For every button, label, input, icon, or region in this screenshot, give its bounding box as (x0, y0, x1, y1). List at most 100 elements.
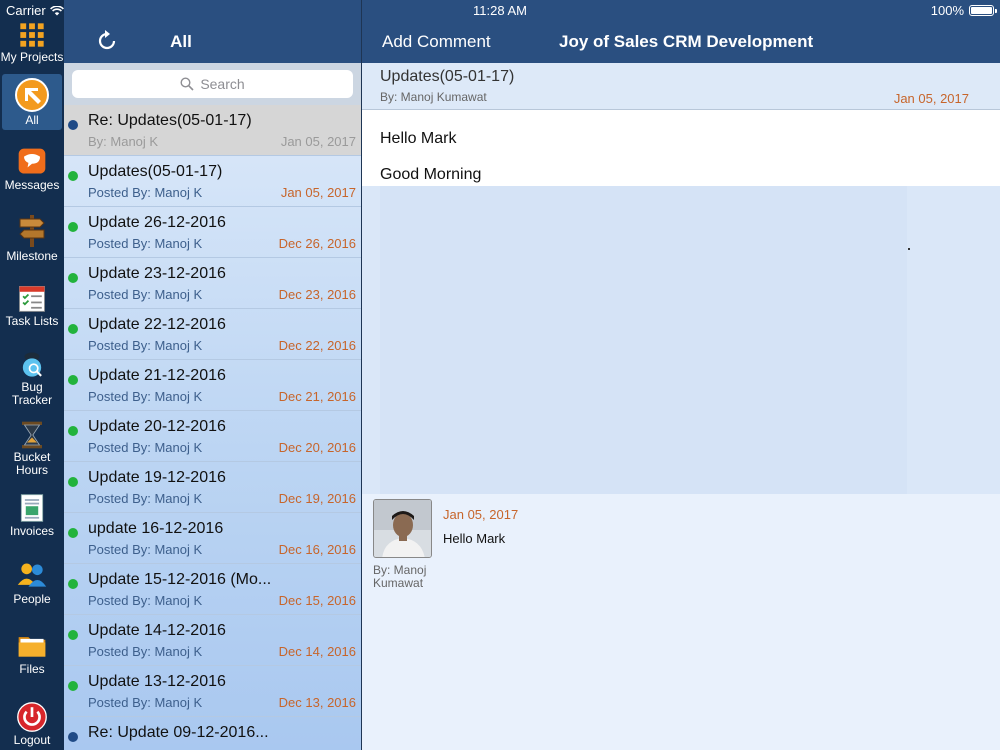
item-title: Re: Updates(05-01-17) (88, 112, 252, 129)
tab-logout[interactable]: Logout (0, 701, 64, 747)
item-title: Update 21-12-2016 (88, 367, 226, 384)
tab-label: Logout (13, 733, 51, 747)
status-dot (68, 171, 78, 181)
list-item[interactable]: Update 26-12-2016 Posted By: Manoj K Dec 2… (64, 207, 361, 258)
grid-icon (20, 23, 44, 47)
all-icon (15, 78, 49, 112)
item-author: Posted By: Manoj K (88, 644, 203, 659)
tab-my-projects[interactable]: My Projects (0, 20, 64, 64)
status-dot (68, 630, 78, 640)
tab-label: Invoices (9, 524, 55, 538)
item-author: Posted By: Manoj K (88, 338, 203, 353)
tab-milestone[interactable]: Milestone (0, 213, 64, 263)
tab-label: Task Lists (5, 314, 59, 328)
tab-label: Bucket Hours (13, 450, 51, 477)
tab-label: My Projects (0, 50, 64, 64)
item-title: Update 23-12-2016 (88, 265, 226, 282)
project-title: Joy of Sales CRM Development (559, 32, 814, 51)
invoice-icon (20, 494, 44, 522)
status-dot (68, 579, 78, 589)
list-item[interactable]: Re: Updates(05-01-17) By: Manoj K Jan 05, … (64, 105, 361, 156)
tab-label: Milestone (6, 249, 58, 263)
battery-percent: 100% (930, 3, 964, 18)
hourglass-icon (22, 421, 42, 449)
status-dot (68, 273, 78, 283)
status-dot (68, 681, 78, 691)
status-dot (68, 222, 78, 232)
list-item[interactable]: Update 22-12-2016 Posted By: Manoj K Dec 2… (64, 309, 361, 360)
item-author: Posted By: Manoj K (88, 236, 203, 251)
list-item[interactable]: Re: Update 09-12-2016... (64, 717, 361, 750)
body-line: Hello Mark (380, 130, 457, 147)
item-date: Dec 14, 2016 (278, 644, 356, 659)
search-bar: Search (64, 63, 361, 105)
item-date: Jan 05, 2017 (280, 134, 356, 149)
avatar-photo-icon (374, 500, 431, 557)
comment-author: By: Manoj Kumawat (373, 563, 427, 590)
item-date: Dec 21, 2016 (278, 389, 356, 404)
tab-task-lists[interactable]: Task Lists (0, 282, 64, 328)
list-item[interactable]: Update 19-12-2016 Posted By: Manoj K Dec 1… (64, 462, 361, 513)
comment-item: By: Manoj Kumawat Jan 05, 2017 Hello Mar… (373, 499, 973, 590)
list-item[interactable]: Update 20-12-2016 Posted By: Manoj K Dec 2… (64, 411, 361, 462)
people-icon (17, 563, 47, 587)
tab-messages[interactable]: Messages (0, 146, 64, 192)
message-detail-panel: Add Comment Joy of Sales CRM Development… (362, 0, 1000, 750)
item-author: Posted By: Manoj K (88, 185, 203, 200)
item-title: Update 15-12-2016 (Mo... (88, 571, 272, 588)
message-date: Jan 05, 2017 (893, 91, 969, 106)
folder-icon (18, 637, 46, 657)
stray-mark (908, 248, 910, 250)
tab-invoices[interactable]: Invoices (0, 492, 64, 538)
item-author: Posted By: Manoj K (88, 287, 203, 302)
tab-bucket-hours[interactable]: Bucket Hours (0, 420, 64, 477)
tab-people[interactable]: People (0, 560, 64, 606)
item-date: Dec 26, 2016 (278, 236, 356, 251)
item-date: Dec 15, 2016 (278, 593, 356, 608)
search-input[interactable]: Search (72, 70, 353, 98)
status-bar: Carrier 11:28 AM 100% (0, 0, 1000, 20)
embedded-content-area (362, 186, 1000, 494)
tab-label: People (13, 592, 51, 606)
comment-text: Hello Mark (443, 531, 506, 546)
list-item[interactable]: update 16-12-2016 Posted By: Manoj K Dec 1… (64, 513, 361, 564)
item-author: Posted By: Manoj K (88, 491, 203, 506)
list-item[interactable]: Updates(05-01-17) Posted By: Manoj K Jan 0… (64, 156, 361, 207)
search-placeholder: Search (200, 76, 245, 92)
item-date: Dec 19, 2016 (278, 491, 356, 506)
message-subject: Updates(05-01-17) (380, 68, 515, 85)
item-date: Dec 22, 2016 (278, 338, 356, 353)
item-author: Posted By: Manoj K (88, 440, 203, 455)
messages-icon (18, 148, 46, 174)
item-author: Posted By: Manoj K (88, 593, 203, 608)
bug-icon (22, 352, 42, 377)
comments-section: By: Manoj Kumawat Jan 05, 2017 Hello Mar… (362, 494, 1000, 750)
item-title: Update 13-12-2016 (88, 673, 226, 690)
item-title: update 16-12-2016 (88, 520, 224, 537)
tab-label: Messages (4, 178, 60, 192)
tab-files[interactable]: Files (0, 630, 64, 676)
item-title: Update 19-12-2016 (88, 469, 226, 486)
task-list-icon (19, 286, 45, 312)
list-item[interactable]: Update 21-12-2016 Posted By: Manoj K Dec 2… (64, 360, 361, 411)
list-item[interactable]: Update 15-12-2016 (Mo... Posted By: Manoj… (64, 564, 361, 615)
tab-all[interactable]: All (2, 74, 62, 130)
list-title: All (170, 32, 192, 51)
list-item[interactable]: Update 13-12-2016 Posted By: Manoj K Dec 1… (64, 666, 361, 717)
status-dot (68, 477, 78, 487)
module-sidebar: My Projects All Messages Milestone Task … (0, 0, 64, 750)
status-dot (68, 426, 78, 436)
message-list: Re: Updates(05-01-17) By: Manoj K Jan 05, … (64, 105, 361, 750)
list-item[interactable]: Update 14-12-2016 Posted By: Manoj K Dec 1… (64, 615, 361, 666)
item-date: Dec 16, 2016 (278, 542, 356, 557)
add-comment-button[interactable]: Add Comment (382, 32, 491, 52)
list-item[interactable]: Update 23-12-2016 Posted By: Manoj K Dec 2… (64, 258, 361, 309)
message-subject-bar: Updates(05-01-17) By: Manoj Kumawat Jan … (362, 63, 1000, 110)
tab-label: Files (19, 662, 45, 676)
body-line: Good Morning (380, 166, 482, 183)
item-title: Update 14-12-2016 (88, 622, 226, 639)
tab-bug-tracker[interactable]: Bug Tracker (0, 350, 64, 407)
avatar (373, 499, 432, 558)
clock: 11:28 AM (473, 3, 527, 18)
comment-date: Jan 05, 2017 (443, 507, 519, 522)
